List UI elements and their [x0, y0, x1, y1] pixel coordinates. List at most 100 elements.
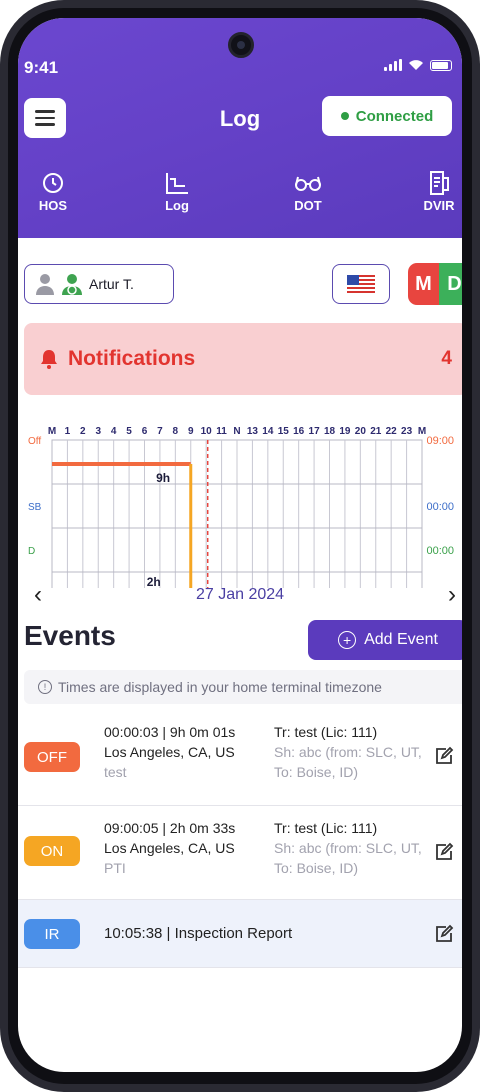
wifi-icon	[409, 60, 423, 70]
driver-selector[interactable]: Artur T.	[24, 264, 174, 304]
tab-log-label: Log	[165, 198, 189, 213]
mode-d[interactable]: D	[439, 263, 462, 305]
notifications-banner[interactable]: Notifications 4	[24, 323, 462, 395]
hour-tick-label: M	[418, 426, 426, 437]
notifications-label: Notifications	[68, 347, 196, 370]
tab-bar: HOS Log DOT DVIR	[18, 168, 462, 224]
signal-icon	[384, 59, 402, 71]
edit-icon[interactable]	[434, 842, 454, 862]
next-day-chevron-icon[interactable]: ›	[448, 581, 456, 609]
hour-tick-label: 19	[339, 426, 351, 437]
plus-circle-icon: +	[338, 631, 357, 649]
event-location: Los Angeles, CA, US	[104, 744, 235, 760]
hour-tick-label: 7	[157, 426, 163, 437]
front-camera	[228, 32, 254, 58]
notifications-count: 4	[441, 348, 452, 369]
hos-log-chart: M 1 2 3 4 5 6 7 8 9 10 11 N 13 14 15 16 17 18 19 20 21 22 23 MOf…	[28, 426, 454, 588]
duty-mode-toggle[interactable]: M D	[408, 263, 462, 305]
hour-tick-label: 10	[201, 426, 213, 437]
hour-tick-label: 4	[111, 426, 117, 437]
hour-tick-label: 17	[309, 426, 321, 437]
event-time: 10:05:38 | Inspection Report	[104, 925, 293, 942]
glasses-icon	[295, 176, 321, 191]
event-row[interactable]: OFF 00:00:03 | 9h 0m 01s Los Angeles, CA…	[18, 710, 462, 806]
status-total: 00:00	[426, 501, 454, 513]
hour-tick-label: 21	[370, 426, 382, 437]
hour-tick-label: 2	[80, 426, 86, 437]
hour-tick-label: 16	[293, 426, 305, 437]
add-event-button[interactable]: + Add Event	[308, 620, 462, 660]
event-details: 09:00:05 | 2h 0m 33s Los Angeles, CA, US…	[104, 818, 235, 878]
connected-dot-icon	[340, 112, 349, 120]
event-time: 09:00:05 | 2h 0m 33s	[104, 820, 236, 836]
tab-dot[interactable]: DOT	[273, 168, 343, 213]
event-note: PTI	[104, 860, 126, 876]
event-row[interactable]: IR 10:05:38 | Inspection Report	[18, 900, 462, 968]
tab-hos[interactable]: HOS	[18, 168, 88, 213]
hour-tick-label: 22	[386, 426, 398, 437]
chart-line-icon	[166, 173, 188, 194]
add-event-label: Add Event	[364, 631, 438, 648]
connection-label: Connected	[355, 107, 434, 125]
driver-icon	[62, 274, 82, 295]
tab-dvir-label: DVIR	[423, 198, 455, 213]
event-location: Los Angeles, CA, US	[104, 840, 235, 856]
status-total: 09:00	[426, 435, 454, 447]
hour-tick-label: 5	[126, 426, 132, 437]
hour-tick-label: 1	[65, 426, 71, 437]
hour-tick-label: 20	[355, 426, 367, 437]
status-badge-off: OFF	[24, 742, 80, 772]
status-time: 9:41	[24, 58, 59, 77]
report-icon	[430, 171, 449, 195]
hour-tick-label: 6	[142, 426, 148, 437]
timezone-note: ! Times are displayed in your home termi…	[24, 670, 462, 704]
chart-date: 27 Jan 2024	[195, 586, 285, 603]
hour-tick-label: 9	[188, 426, 194, 437]
status-label: D	[28, 546, 35, 557]
user-icon	[36, 274, 54, 295]
screen: 9:41 Log Connected HOS Log DOT DVIR Artu…	[18, 18, 462, 1072]
clock-icon	[43, 173, 63, 193]
status-total: 00:00	[426, 545, 454, 557]
country-selector[interactable]	[332, 264, 390, 304]
event-shipping: Sh: abc (from: SLC, UT, To: Boise, ID)	[274, 840, 422, 876]
tab-dvir[interactable]: DVIR	[404, 168, 462, 213]
status-label: SB	[28, 502, 42, 513]
event-row[interactable]: ON 09:00:05 | 2h 0m 33s Los Angeles, CA,…	[18, 806, 462, 900]
hour-tick-label: 8	[173, 426, 179, 437]
connection-status-button[interactable]: Connected	[322, 96, 452, 136]
hour-tick-label: 13	[247, 426, 259, 437]
hour-tick-label: N	[233, 426, 240, 437]
us-flag-icon	[347, 275, 375, 293]
mode-m[interactable]: M	[408, 263, 439, 305]
status-badge-ir: IR	[24, 919, 80, 949]
event-shipping: Sh: abc (from: SLC, UT, To: Boise, ID)	[274, 744, 422, 780]
event-details: 00:00:03 | 9h 0m 01s Los Angeles, CA, US…	[104, 722, 235, 782]
battery-icon	[430, 59, 452, 71]
tab-dot-label: DOT	[294, 198, 322, 213]
hour-tick-label: 14	[262, 426, 274, 437]
segment-duration-label: 9h	[156, 471, 170, 485]
status-badge-on: ON	[24, 836, 80, 866]
edit-icon[interactable]	[434, 746, 454, 766]
hour-tick-label: 23	[401, 426, 413, 437]
event-time: 00:00:03 | 9h 0m 01s	[104, 724, 236, 740]
events-title: Events	[24, 620, 116, 651]
driver-name: Artur T.	[89, 276, 134, 292]
event-note: test	[104, 764, 127, 780]
tab-hos-label: HOS	[38, 198, 68, 213]
event-trailer: Tr: test (Lic: 111)	[274, 820, 378, 836]
bell-icon	[41, 350, 57, 369]
info-icon: !	[38, 680, 52, 694]
edit-icon[interactable]	[434, 924, 454, 944]
status-icons	[384, 59, 452, 71]
event-trailer: Tr: test (Lic: 111)	[274, 724, 378, 740]
hour-tick-label: 18	[324, 426, 336, 437]
hour-tick-label: M	[48, 426, 56, 437]
timezone-note-text: Times are displayed in your home termina…	[58, 679, 382, 695]
event-trip-info: Tr: test (Lic: 111) Sh: abc (from: SLC, …	[274, 722, 424, 782]
event-trip-info: Tr: test (Lic: 111) Sh: abc (from: SLC, …	[274, 818, 424, 878]
tab-log[interactable]: Log	[142, 168, 212, 213]
hour-tick-label: 11	[216, 426, 227, 437]
hour-tick-label: 3	[95, 426, 101, 437]
